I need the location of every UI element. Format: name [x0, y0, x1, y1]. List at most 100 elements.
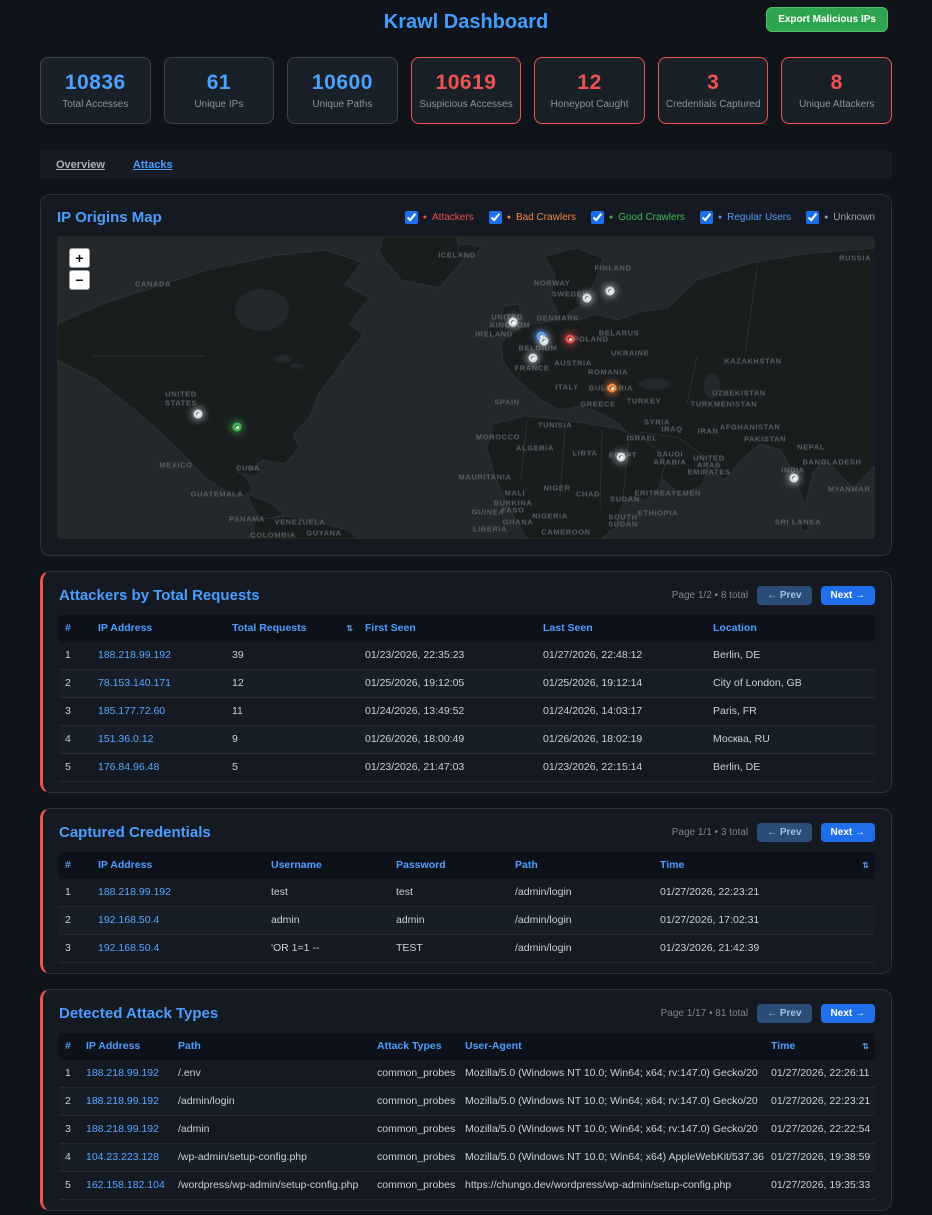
- prev-page-button[interactable]: ← Prev: [757, 823, 811, 842]
- ip-address-link[interactable]: 188.218.99.192: [86, 1116, 159, 1143]
- legend-item-bad-crawlers[interactable]: ●Bad Crawlers: [489, 211, 576, 224]
- cell-location: Paris, FR: [707, 698, 875, 725]
- table-row: 5162.158.182.104/wordpress/wp-admin/setu…: [59, 1172, 875, 1200]
- prev-page-button[interactable]: ← Prev: [757, 1004, 811, 1023]
- column-header-label: Path: [515, 852, 538, 879]
- ip-address-link[interactable]: 192.168.50.4: [98, 935, 159, 962]
- column-header-label: Total Requests: [232, 615, 306, 642]
- legend-checkbox-regular-users[interactable]: [700, 211, 713, 224]
- map-marker-unknown[interactable]: [583, 294, 592, 303]
- legend-item-attackers[interactable]: ●Attackers: [405, 211, 474, 224]
- cell-attack-types: common_probes: [371, 1172, 459, 1199]
- ip-address-link[interactable]: 78.153.140.171: [98, 670, 171, 697]
- sort-icon[interactable]: ⇅: [346, 615, 353, 642]
- prev-page-button[interactable]: ← Prev: [757, 586, 811, 605]
- column-header-time[interactable]: Time⇅: [654, 852, 875, 879]
- map-legend: ●Attackers ●Bad Crawlers ●Good Crawlers ●Re…: [405, 211, 875, 224]
- cell-: 2: [59, 670, 92, 697]
- ip-address-link[interactable]: 162.158.182.104: [86, 1172, 165, 1199]
- column-header-user-agent[interactable]: User-Agent: [459, 1033, 765, 1060]
- map-marker-attacker[interactable]: [566, 335, 575, 344]
- table-row: 1188.218.99.192/.envcommon_probesMozilla…: [59, 1060, 875, 1088]
- tab-attacks[interactable]: Attacks: [133, 159, 173, 171]
- map-marker-unknown[interactable]: [606, 287, 615, 296]
- export-malicious-ips-button[interactable]: Export Malicious IPs: [766, 7, 888, 32]
- ip-address-link[interactable]: 188.218.99.192: [86, 1088, 159, 1115]
- sort-icon[interactable]: ⇅: [862, 852, 869, 879]
- ip-address-link[interactable]: 188.218.99.192: [86, 1060, 159, 1087]
- legend-item-regular-users[interactable]: ●Regular Users: [700, 211, 791, 224]
- map-marker-bad[interactable]: [608, 384, 617, 393]
- map-zoom-out-button[interactable]: −: [69, 270, 90, 290]
- cell-: 2: [59, 907, 92, 934]
- ip-address-link[interactable]: 151.36.0.12: [98, 726, 153, 753]
- cell-ip-address: 151.36.0.12: [92, 726, 226, 753]
- cell-attack-types: common_probes: [371, 1088, 459, 1115]
- column-header-time[interactable]: Time ⇅: [765, 1033, 875, 1060]
- column-header-ip-address[interactable]: IP Address: [80, 1033, 172, 1060]
- column-header-path[interactable]: Path: [509, 852, 654, 879]
- cell-path: /admin/login: [509, 935, 654, 962]
- legend-dot-icon: ●: [507, 214, 511, 221]
- ip-address-link[interactable]: 188.218.99.192: [98, 642, 171, 669]
- section-header-attackers: Attackers by Total RequestsPage 1/2 • 8 …: [59, 572, 875, 615]
- map-marker-unknown[interactable]: [194, 410, 203, 419]
- ip-address-link[interactable]: 176.84.96.48: [98, 754, 159, 781]
- column-header-last-seen[interactable]: Last Seen: [537, 615, 707, 642]
- legend-item-good-crawlers[interactable]: ●Good Crawlers: [591, 211, 685, 224]
- column-header-ip-address[interactable]: IP Address: [92, 615, 226, 642]
- stat-label: Unique Paths: [312, 99, 372, 110]
- next-page-button[interactable]: Next →: [821, 1004, 875, 1023]
- map-marker-unknown[interactable]: [540, 337, 549, 346]
- ip-address-link[interactable]: 188.218.99.192: [98, 879, 171, 906]
- map-zoom-control: + −: [69, 248, 90, 290]
- legend-item-unknown[interactable]: ●Unknown: [806, 211, 875, 224]
- column-header-ip-address[interactable]: IP Address: [92, 852, 265, 879]
- map-marker-unknown[interactable]: [509, 318, 518, 327]
- cell-ip-address: 188.218.99.192: [80, 1088, 172, 1115]
- column-header-label: Time: [771, 1033, 795, 1060]
- column-header-first-seen[interactable]: First Seen: [359, 615, 537, 642]
- map-marker-unknown[interactable]: [529, 354, 538, 363]
- cell-time: 01/27/2026, 19:38:59: [765, 1144, 875, 1171]
- legend-checkbox-bad-crawlers[interactable]: [489, 211, 502, 224]
- map-marker-unknown[interactable]: [617, 453, 626, 462]
- stat-label: Unique IPs: [194, 99, 243, 110]
- table-header-row: #IP AddressTotal Requests ⇅First SeenLast…: [59, 615, 875, 642]
- map-marker-unknown[interactable]: [790, 474, 799, 483]
- world-map[interactable]: + − CANADAICELANDUNITEDSTATESMEXICOCUBAG…: [57, 236, 875, 539]
- legend-dot-icon: ●: [718, 214, 722, 221]
- column-header-label: Password: [396, 852, 446, 879]
- table-row: 3185.177.72.601101/24/2026, 13:49:5201/2…: [59, 698, 875, 726]
- tab-overview[interactable]: Overview: [56, 159, 105, 171]
- column-header-password[interactable]: Password: [390, 852, 509, 879]
- next-page-button[interactable]: Next →: [821, 823, 875, 842]
- column-header-label: #: [65, 1033, 71, 1060]
- column-header-[interactable]: #: [59, 852, 92, 879]
- column-header-[interactable]: #: [59, 1033, 80, 1060]
- legend-checkbox-attackers[interactable]: [405, 211, 418, 224]
- stat-card-unique-paths: 10600Unique Paths: [287, 57, 398, 124]
- legend-checkbox-good-crawlers[interactable]: [591, 211, 604, 224]
- krawl-dashboard-page: Krawl Dashboard Export Malicious IPs 108…: [0, 0, 932, 1215]
- cell-ip-address: 188.218.99.192: [92, 642, 226, 669]
- column-header-path[interactable]: Path: [172, 1033, 371, 1060]
- next-page-button[interactable]: Next →: [821, 586, 875, 605]
- column-header-location[interactable]: Location: [707, 615, 875, 642]
- table-row: 2192.168.50.4adminadmin/admin/login01/27…: [59, 907, 875, 935]
- column-header-total-requests[interactable]: Total Requests ⇅: [226, 615, 359, 642]
- ip-address-link[interactable]: 192.168.50.4: [98, 907, 159, 934]
- column-header-attack-types[interactable]: Attack Types: [371, 1033, 459, 1060]
- column-header-[interactable]: #: [59, 615, 92, 642]
- table-body: 1188.218.99.1923901/23/2026, 22:35:2301/…: [59, 642, 875, 782]
- column-header-username[interactable]: Username: [265, 852, 390, 879]
- cell-total-requests: 11: [226, 698, 359, 725]
- ip-address-link[interactable]: 185.177.72.60: [98, 698, 165, 725]
- legend-checkbox-unknown[interactable]: [806, 211, 819, 224]
- sort-icon[interactable]: ⇅: [862, 1033, 869, 1060]
- ip-address-link[interactable]: 104.23.223.128: [86, 1144, 159, 1171]
- map-marker-good[interactable]: [233, 423, 242, 432]
- map-zoom-in-button[interactable]: +: [69, 248, 90, 268]
- page-info: Page 1/2 • 8 total: [672, 590, 748, 601]
- cell-total-requests: 39: [226, 642, 359, 669]
